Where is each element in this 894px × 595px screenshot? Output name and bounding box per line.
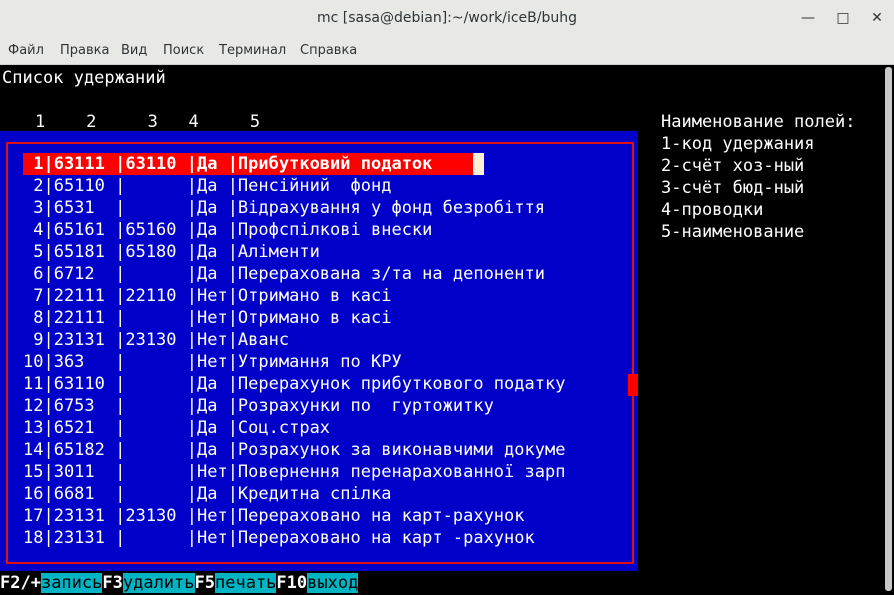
table-row[interactable]: 2|65110 | |Да |Пенсійний фонд: [23, 175, 391, 197]
legend-item: 1-код удержания: [661, 134, 815, 154]
fkey-f10: F10: [276, 573, 308, 593]
table-row[interactable]: 9|23131 |23130 |Нет|Аванс: [23, 329, 289, 351]
menu-terminal[interactable]: Терминал: [219, 43, 286, 58]
function-key-bar: F2/+записьF3удалитьF5печатьF10выход: [0, 572, 359, 595]
menu-search[interactable]: Поиск: [163, 43, 204, 58]
table-row[interactable]: 17|23131 |23130 |Нет|Перераховано на кар…: [23, 505, 525, 527]
fkey-f3: F3: [102, 573, 123, 593]
menu-view[interactable]: Вид: [121, 43, 147, 58]
table-row[interactable]: 12|6753 | |Да |Розрахунки по гуртожитку: [23, 395, 494, 417]
menu-bar: Файл Правка Вид Поиск Терминал Справка: [0, 37, 894, 65]
close-button[interactable]: ✕: [866, 8, 888, 28]
terminal-scrollbar-thumb[interactable]: [885, 67, 892, 591]
screen-heading: Список удержаний: [2, 68, 166, 88]
table-row[interactable]: 4|65161 |65160 |Да |Профспілкові внески: [23, 219, 432, 241]
table-row[interactable]: 11|63110 | |Да |Перерахунок прибуткового…: [23, 373, 565, 395]
table-row[interactable]: 14|65182 | |Да |Розрахунок за виконавчим…: [23, 439, 565, 461]
column-numbers: 1 2 3 4 5: [35, 112, 261, 132]
fkey-f5: F5: [194, 573, 215, 593]
table-row[interactable]: 16|6681 | |Да |Кредитна спілка: [23, 483, 391, 505]
table-row[interactable]: 3|6531 | |Да |Відрахування у фонд безроб…: [23, 197, 545, 219]
minimize-button[interactable]: —: [797, 8, 819, 28]
table-row[interactable]: 13|6521 | |Да |Соц.страх: [23, 417, 330, 439]
print-button[interactable]: печать: [215, 573, 277, 593]
window-title: mc [sasa@debian]:~/work/iceB/buhg: [317, 10, 577, 26]
window-titlebar: mc [sasa@debian]:~/work/iceB/buhg — □ ✕: [0, 0, 894, 37]
table-row[interactable]: 5|65181 |65180 |Да |Аліменти: [23, 241, 320, 263]
legend-item: 3-счёт бюд-ный: [661, 178, 805, 198]
legend-title: Наименование полей:: [661, 112, 856, 132]
text-cursor: [473, 153, 484, 175]
maximize-button[interactable]: □: [832, 8, 854, 28]
table-row[interactable]: 10|363 | |Нет|Утримання по КРУ: [23, 351, 402, 373]
list-scroll-indicator[interactable]: [628, 374, 638, 396]
legend-item: 5-наименование: [661, 222, 805, 242]
table-row-selected[interactable]: 1|63111 |63110 |Да |Прибутковий податок: [23, 153, 473, 175]
table-row[interactable]: 8|22111 | |Нет|Отримано в касі: [23, 307, 391, 329]
legend-item: 2-счёт хоз-ный: [661, 156, 805, 176]
delete-button[interactable]: удалить: [122, 573, 195, 593]
menu-edit[interactable]: Правка: [60, 43, 109, 58]
table-row[interactable]: 18|23131 | |Нет|Перераховано на карт -ра…: [23, 527, 535, 549]
table-row[interactable]: 7|22111 |22110 |Нет|Отримано в касі: [23, 285, 391, 307]
legend-item: 4-проводки: [661, 200, 764, 220]
menu-file[interactable]: Файл: [8, 43, 44, 58]
record-button[interactable]: запись: [40, 573, 103, 593]
table-row[interactable]: 6|6712 | |Да |Перерахована з/та на депон…: [23, 263, 545, 285]
exit-button[interactable]: выход: [307, 573, 359, 593]
menu-help[interactable]: Справка: [300, 43, 357, 58]
table-row[interactable]: 15|3011 | |Нет|Повернення перенарахованн…: [23, 461, 565, 483]
fkey-f2: F2/+: [0, 573, 41, 593]
